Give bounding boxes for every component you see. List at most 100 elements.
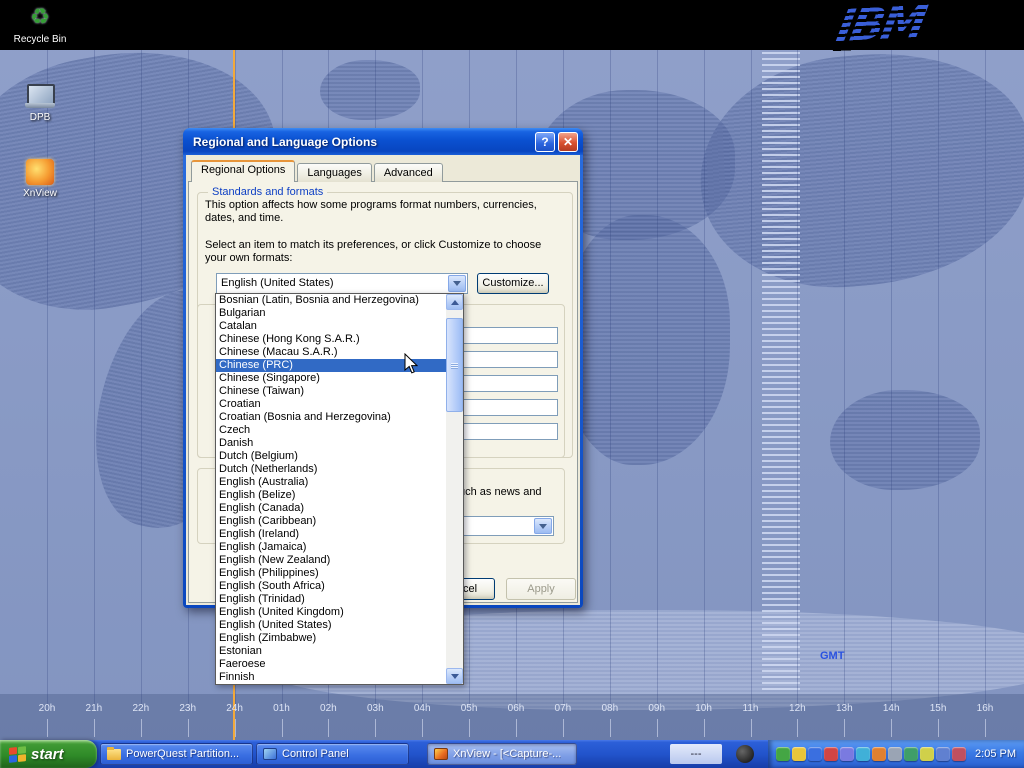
combo-dropdown-button[interactable]	[534, 518, 552, 534]
language-option[interactable]: Faeroese	[216, 658, 446, 671]
close-button[interactable]: ✕	[558, 132, 578, 152]
language-option[interactable]: English (Zimbabwe)	[216, 632, 446, 645]
format-combobox[interactable]: English (United States)	[216, 273, 468, 294]
location-text-fragment: uch as news and	[459, 486, 542, 499]
timezone-label: 20h	[33, 703, 61, 714]
system-tray: 2:05 PM	[768, 740, 1024, 768]
combo-dropdown-button[interactable]	[448, 275, 466, 292]
language-option[interactable]: Dutch (Belgium)	[216, 450, 446, 463]
tray-icon-3[interactable]	[808, 747, 822, 761]
timezone-label: 05h	[455, 703, 483, 714]
tray-icon-6[interactable]	[856, 747, 870, 761]
desktop-icon-dpb[interactable]: DPB	[8, 82, 72, 123]
customize-button[interactable]: Customize...	[477, 273, 549, 294]
language-option[interactable]: English (Belize)	[216, 489, 446, 502]
deskband[interactable]: ---	[670, 744, 722, 764]
timezone-tick	[891, 719, 892, 737]
xnview-icon	[25, 158, 55, 186]
timezone-tick	[751, 719, 752, 737]
language-option[interactable]: Chinese (Taiwan)	[216, 385, 446, 398]
ibm-logo-stripes	[833, 0, 929, 52]
language-option[interactable]: English (South Africa)	[216, 580, 446, 593]
format-combobox-value: English (United States)	[217, 274, 467, 293]
tray-icon-2[interactable]	[792, 747, 806, 761]
meridian-line	[94, 50, 95, 704]
tab-regional-options[interactable]: Regional Options	[191, 160, 295, 182]
timezone-label: 15h	[924, 703, 952, 714]
timezone-tick	[844, 719, 845, 737]
control-panel-icon	[263, 748, 277, 760]
clock[interactable]: 2:05 PM	[975, 748, 1016, 760]
laptop-icon-screen	[27, 84, 55, 105]
desktop-icon-xnview[interactable]: XnView	[8, 158, 72, 199]
standards-description: This option affects how some programs fo…	[205, 199, 557, 225]
xnview-icon	[434, 748, 448, 760]
scrollbar-thumb[interactable]	[446, 318, 463, 412]
triangle-down-icon	[451, 674, 459, 679]
start-button[interactable]: start	[0, 740, 97, 768]
language-option[interactable]: Czech	[216, 424, 446, 437]
tray-icon-12[interactable]	[952, 747, 966, 761]
timezone-tick	[938, 719, 939, 737]
laptop-icon	[25, 82, 55, 110]
timezone-label: 10h	[690, 703, 718, 714]
tray-icon-4[interactable]	[824, 747, 838, 761]
language-option[interactable]: English (Philippines)	[216, 567, 446, 580]
windows-flag-icon	[9, 746, 26, 763]
language-option[interactable]: Danish	[216, 437, 446, 450]
language-option[interactable]: English (United Kingdom)	[216, 606, 446, 619]
taskbar-task-control-panel[interactable]: Control Panel	[256, 743, 409, 765]
desktop-icon-recycle-bin[interactable]: ♻ Recycle Bin	[8, 4, 72, 45]
language-option[interactable]: English (Australia)	[216, 476, 446, 489]
language-option[interactable]: Croatian	[216, 398, 446, 411]
tray-icon-7[interactable]	[872, 747, 886, 761]
tray-icon-5[interactable]	[840, 747, 854, 761]
language-option[interactable]: English (Trinidad)	[216, 593, 446, 606]
tab-advanced[interactable]: Advanced	[374, 163, 443, 182]
tray-icons	[776, 747, 966, 761]
dialog-tabs: Regional OptionsLanguagesAdvanced	[191, 162, 445, 182]
timezone-label: 13h	[830, 703, 858, 714]
timezone-tick	[422, 719, 423, 737]
tray-icon-1[interactable]	[776, 747, 790, 761]
help-button[interactable]: ?	[535, 132, 555, 152]
language-option[interactable]: Finnish	[216, 671, 446, 684]
scroll-up-button[interactable]	[446, 294, 463, 310]
language-option[interactable]: Croatian (Bosnia and Herzegovina)	[216, 411, 446, 424]
tab-languages[interactable]: Languages	[297, 163, 371, 182]
meridian-line	[610, 50, 611, 704]
scroll-down-button[interactable]	[446, 668, 463, 684]
timezone-tick	[235, 719, 236, 737]
taskbar-task-xnview[interactable]: XnView - [<Capture-...	[427, 743, 577, 765]
timezone-label: 16h	[971, 703, 999, 714]
language-option[interactable]: Chinese (Hong Kong S.A.R.)	[216, 333, 446, 346]
taskbar-task-powerquest[interactable]: PowerQuest Partition...	[100, 743, 253, 765]
timezone-label: 06h	[502, 703, 530, 714]
mouse-cursor	[404, 353, 418, 375]
language-option[interactable]: English (Canada)	[216, 502, 446, 515]
language-option[interactable]: Bosnian (Latin, Bosnia and Herzegovina)	[216, 294, 446, 307]
recycle-bin-icon: ♻	[25, 4, 55, 32]
scrollbar-track[interactable]	[446, 310, 463, 668]
tray-icon-11[interactable]	[936, 747, 950, 761]
scrollbar[interactable]	[446, 294, 463, 684]
timezone-tick	[610, 719, 611, 737]
language-option[interactable]: English (Jamaica)	[216, 541, 446, 554]
language-option[interactable]: English (New Zealand)	[216, 554, 446, 567]
timezone-label: 22h	[127, 703, 155, 714]
gmt-label: GMT	[820, 650, 844, 662]
language-option[interactable]: English (Caribbean)	[216, 515, 446, 528]
map-continent	[830, 390, 980, 490]
language-option[interactable]: English (Ireland)	[216, 528, 446, 541]
dialog-titlebar[interactable]: Regional and Language Options ? ✕	[183, 128, 583, 155]
language-option[interactable]: English (United States)	[216, 619, 446, 632]
tray-icon-9[interactable]	[904, 747, 918, 761]
language-option[interactable]: Catalan	[216, 320, 446, 333]
tray-icon-10[interactable]	[920, 747, 934, 761]
language-option[interactable]: Bulgarian	[216, 307, 446, 320]
taskbar-dark-icon[interactable]	[736, 745, 754, 763]
timezone-label: 24h	[221, 703, 249, 714]
tray-icon-8[interactable]	[888, 747, 902, 761]
language-option[interactable]: Estonian	[216, 645, 446, 658]
language-option[interactable]: Dutch (Netherlands)	[216, 463, 446, 476]
